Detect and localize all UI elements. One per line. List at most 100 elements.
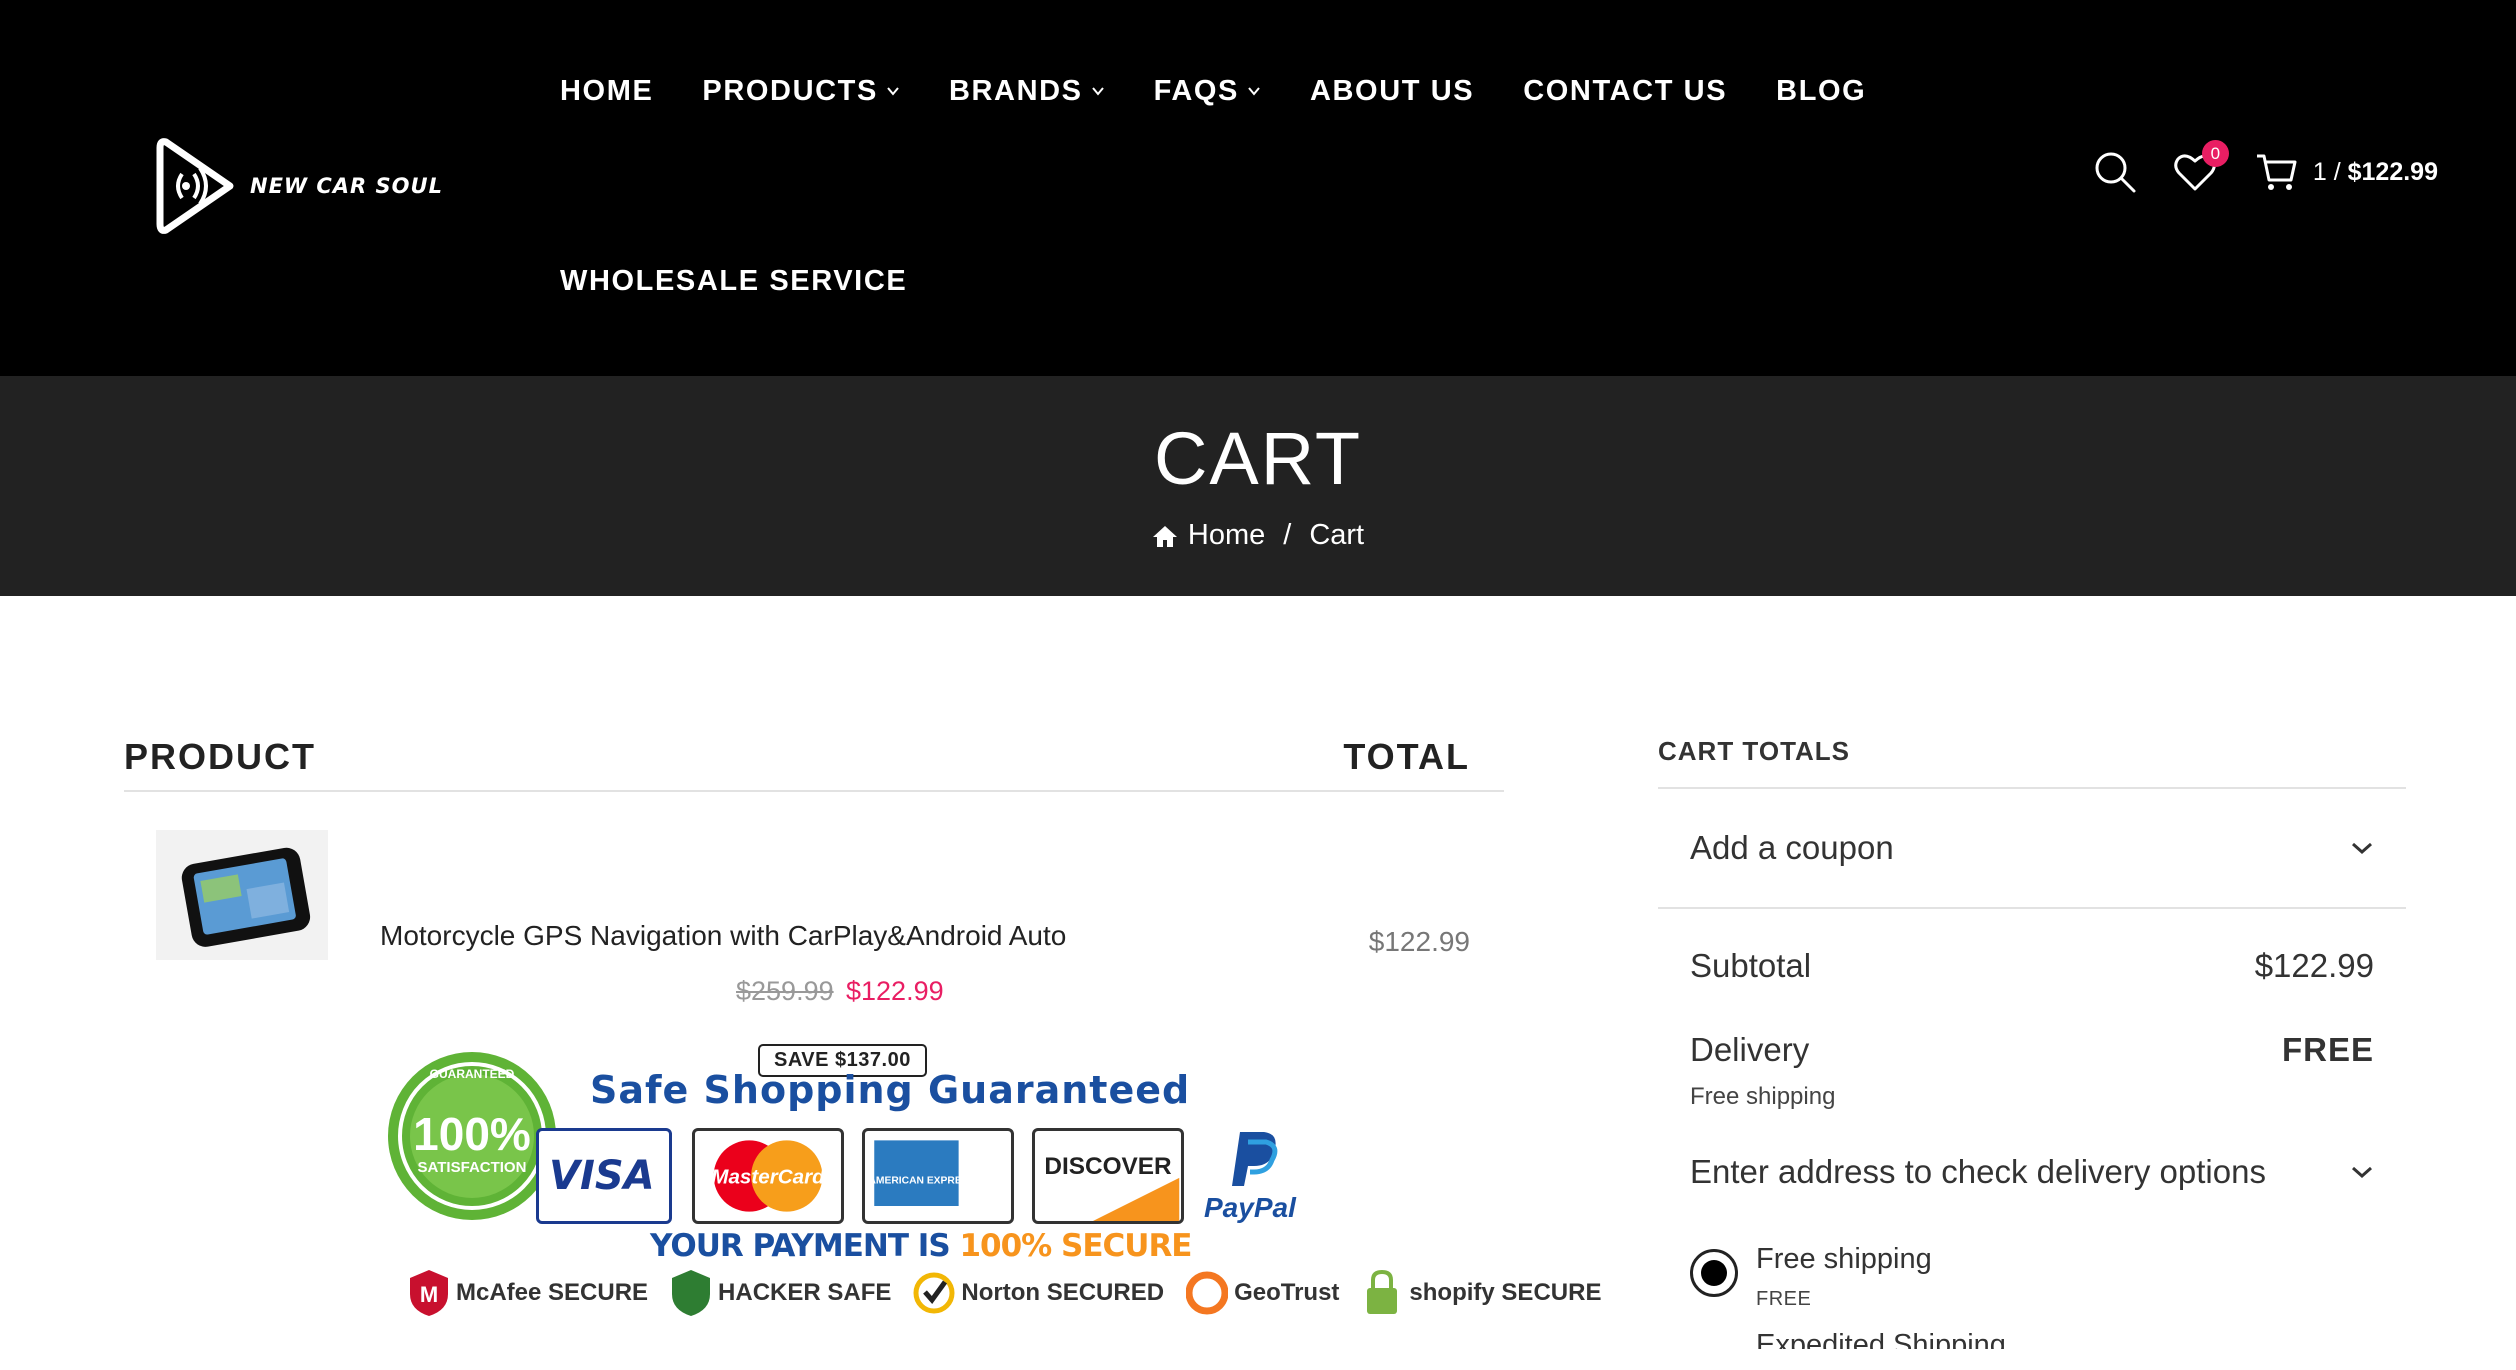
seal-word-text: SATISFACTION <box>418 1159 527 1176</box>
payment-secure-highlight: 100% SECURE <box>959 1228 1192 1264</box>
coupon-toggle[interactable]: Add a coupon <box>1658 789 2406 909</box>
delivery-line: Delivery FREE <box>1658 1031 2406 1069</box>
search-icon[interactable] <box>2093 150 2137 194</box>
norton-label: Norton SECURED <box>961 1279 1165 1306</box>
nav-item-label: BRANDS <box>948 74 1083 107</box>
address-toggle[interactable]: Enter address to check delivery options <box>1658 1153 2406 1191</box>
cart-totals-panel: CART TOTALS Add a coupon Subtotal $122.9… <box>1658 736 2406 1349</box>
trust-headline: Safe Shopping Guaranteed <box>590 1068 1191 1112</box>
shipping-option-next[interactable]: Expedited Shipping <box>1658 1329 2406 1349</box>
svg-text:M: M <box>420 1282 438 1307</box>
delivery-method: Free shipping <box>1690 1083 1836 1110</box>
hacker-safe-label: HACKER SAFE <box>718 1279 892 1306</box>
chevron-down-icon <box>1091 87 1104 96</box>
logo-icon <box>156 138 234 234</box>
mcafee-badge: M McAfee SECURE <box>408 1268 648 1318</box>
cart-icon[interactable] <box>2255 150 2299 194</box>
cart-table: PRODUCT TOTAL Motorcycle GPS Navigation … <box>124 724 1504 1077</box>
nav-item-wholesale-service[interactable]: WHOLESALE SERVICE <box>560 265 907 298</box>
seal-top-text: GUARANTEED <box>430 1067 515 1081</box>
nav-item-contact-us[interactable]: CONTACT US <box>1523 75 1727 108</box>
mastercard-label: MasterCard <box>711 1166 825 1189</box>
discover-card-icon: DISCOVER <box>1032 1128 1184 1224</box>
chevron-down-icon <box>2352 842 2372 855</box>
nav-item-label: ABOUT US <box>1309 74 1475 107</box>
product-sale-price: $122.99 <box>846 976 944 1006</box>
row-total: $122.99 <box>1368 926 1470 957</box>
column-header-total: TOTAL <box>1343 736 1470 777</box>
amex-label: AMERICAN EXPRESS Cards <box>868 1176 1007 1187</box>
table-header: PRODUCT TOTAL <box>124 724 1504 792</box>
breadcrumb-home-link[interactable]: Home <box>1188 519 1265 552</box>
nav-item-label: WHOLESALE SERVICE <box>560 264 908 297</box>
cart-count: 1 / <box>2312 157 2341 186</box>
product-original-price: $259.99 <box>736 976 834 1006</box>
nav-item-blog[interactable]: BLOG <box>1776 75 1866 108</box>
subtotal-value: $122.99 <box>2254 947 2374 984</box>
nav-item-label: FAQS <box>1153 74 1239 107</box>
visa-label: VISA <box>549 1153 655 1199</box>
geotrust-badge: GeoTrust <box>1186 1268 1339 1318</box>
address-label: Enter address to check delivery options <box>1690 1153 2266 1190</box>
nav-item-label: HOME <box>560 74 654 107</box>
nav-row: HOME PRODUCTS BRANDS FAQS ABOUT US CONTACT US… <box>560 70 1865 112</box>
payment-secure-text: YOUR PAYMENT IS <box>650 1228 960 1264</box>
norton-badge: Norton SECURED <box>913 1268 1164 1318</box>
mastercard-logo: MasterCard <box>711 1140 825 1212</box>
shipping-radio-selected[interactable] <box>1690 1249 1738 1297</box>
site-logo[interactable]: NEW CAR SOUL <box>156 134 443 238</box>
site-header: NEW CAR SOUL HOME PRODUCTS BRANDS FAQS ABOUT… <box>0 0 2516 376</box>
paypal-label: PayPal <box>1204 1192 1296 1223</box>
breadcrumb-current: Cart <box>1309 519 1365 551</box>
nav-item-faqs[interactable]: FAQS <box>1154 75 1261 108</box>
cart-summary[interactable]: 1 / $122.99 <box>2313 158 2438 187</box>
shipping-option-name: Free shipping <box>1756 1243 1932 1275</box>
nav-item-label: PRODUCTS <box>702 74 878 107</box>
norton-check-icon <box>913 1272 955 1314</box>
product-thumbnail[interactable] <box>156 830 328 960</box>
chevron-down-icon <box>887 87 899 96</box>
mcafee-label: McAfee SECURE <box>456 1279 649 1306</box>
nav-item-about-us[interactable]: ABOUT US <box>1310 75 1474 108</box>
geotrust-icon <box>1186 1271 1229 1315</box>
discover-label: DISCOVER <box>1044 1153 1172 1180</box>
amex-card-icon: AMERICAN EXPRESS Cards <box>862 1128 1014 1224</box>
geotrust-label: GeoTrust <box>1234 1279 1340 1306</box>
amex-logo: AMERICAN EXPRESS Cards <box>868 1140 1008 1206</box>
logo-text: NEW CAR SOUL <box>250 174 443 198</box>
payment-secure-line: YOUR PAYMENT IS 100% SECURE <box>650 1228 1193 1264</box>
shopify-label: shopify SECURE <box>1409 1279 1602 1306</box>
product-name-link[interactable]: Motorcycle GPS Navigation with CarPlay&A… <box>380 920 1066 952</box>
seal-big-text: 100% <box>413 1108 531 1160</box>
nav-item-products[interactable]: PRODUCTS <box>702 75 900 108</box>
cart-item-row: Motorcycle GPS Navigation with CarPlay&A… <box>124 792 1504 1077</box>
page-title-bar: CART Home / Cart <box>0 376 2516 596</box>
breadcrumb-separator: / <box>1283 519 1292 551</box>
security-badges: M McAfee SECURE HACKER SAFE Norton SECUR… <box>408 1268 1601 1318</box>
delivery-value: FREE <box>2281 1031 2374 1068</box>
hacker-safe-badge: HACKER SAFE <box>670 1268 891 1318</box>
nav-item-home[interactable]: HOME <box>560 75 653 108</box>
discover-logo: DISCOVER <box>1044 1153 1180 1221</box>
mcafee-shield-icon: M <box>410 1270 448 1316</box>
page-title: CART <box>1153 417 1363 500</box>
subtotal-label: Subtotal <box>1690 947 1812 984</box>
header-tools: 0 1 / $122.99 <box>2093 140 2438 194</box>
shopify-badge: shopify SECURE <box>1361 1268 1601 1318</box>
visa-card-icon: VISA <box>536 1128 672 1224</box>
paypal-icon <box>1232 1132 1278 1186</box>
chevron-down-icon <box>1248 87 1260 96</box>
coupon-label: Add a coupon <box>1690 829 1894 866</box>
column-header-product: PRODUCT <box>124 736 316 777</box>
shipping-option-price: FREE <box>1756 1288 1812 1310</box>
cart-totals-title: CART TOTALS <box>1658 736 2406 789</box>
home-icon <box>1152 525 1177 547</box>
nav-row: WHOLESALE SERVICE <box>560 260 1800 302</box>
wishlist-button[interactable]: 0 <box>2173 140 2229 194</box>
delivery-label: Delivery <box>1690 1031 1810 1068</box>
subtotal-line: Subtotal $122.99 <box>1658 947 2406 985</box>
cart-amount: $122.99 <box>2347 157 2438 186</box>
nav-item-brands[interactable]: BRANDS <box>949 75 1105 108</box>
shipping-option-free[interactable]: Free shipping FREE <box>1658 1243 2406 1311</box>
mastercard-icon: MasterCard <box>692 1128 844 1224</box>
